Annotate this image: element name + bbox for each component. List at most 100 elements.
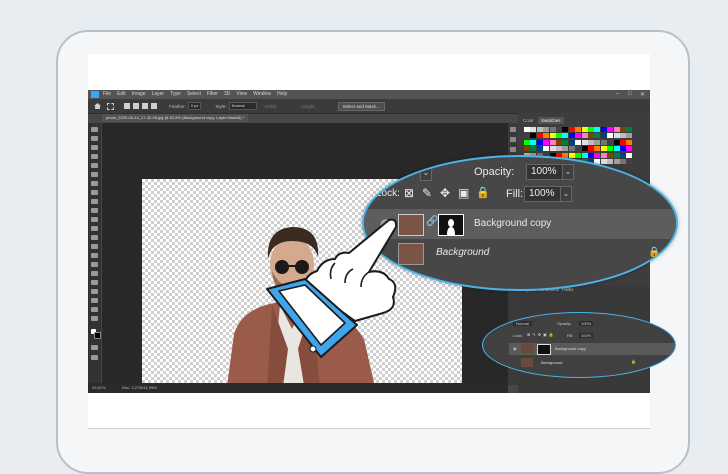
gradient-tool-icon[interactable] [91,235,98,240]
lock-artboard-icon[interactable]: ▣ [458,186,469,200]
lock-image-pixels-icon[interactable]: ✎ [422,186,432,200]
color-swatch[interactable] [562,146,569,152]
subtract-selection-icon[interactable] [142,103,148,109]
opacity-chevron-icon[interactable]: ⌄ [562,164,574,180]
feather-input[interactable]: 0 px [187,102,202,110]
menu-edit[interactable]: Edit [117,90,126,99]
color-swatch[interactable] [524,127,530,132]
small-eye-icon[interactable]: ◉ [513,346,517,351]
fill-input[interactable]: 100% [524,186,562,202]
more-tools-icon[interactable] [91,316,98,321]
color-swatch[interactable] [620,139,626,145]
quick-select-tool-icon[interactable] [91,154,98,159]
marquee-tool-icon[interactable] [91,136,98,141]
color-swatch[interactable] [549,146,556,152]
tab-color[interactable]: Color [520,117,537,124]
color-swatch[interactable] [549,127,556,132]
color-swatch[interactable] [549,139,556,145]
small-layer-row-background[interactable]: Background 🔒 [509,357,675,369]
document-tab[interactable]: photo_2020-05-14_17-32-08.jpg @ 92,8% (B… [102,114,249,122]
healing-tool-icon[interactable] [91,190,98,195]
color-swatch[interactable] [524,139,530,145]
color-swatch[interactable] [556,133,562,139]
blend-mode-select[interactable]: Normal [513,321,532,326]
path-select-tool-icon[interactable] [91,280,98,285]
layer-mask-thumbnail[interactable] [438,214,464,236]
menu-layer[interactable]: Layer [152,90,165,99]
new-selection-icon[interactable] [124,103,130,109]
eyedropper-tool-icon[interactable] [91,181,98,186]
menu-type[interactable]: Type [170,90,181,99]
layer-row-background-copy[interactable]: ◉ 🔗 Background copy [364,209,676,239]
color-swatch[interactable] [600,127,607,132]
color-swatch[interactable] [543,139,550,145]
stamp-tool-icon[interactable] [91,208,98,213]
color-swatch[interactable] [530,139,537,145]
marquee-tool-icon[interactable] [107,102,114,110]
color-swatch[interactable] [613,127,620,132]
close-icon[interactable]: ✕ [640,91,645,98]
color-swatch[interactable] [594,133,601,139]
lock-all-icon[interactable]: 🔒 [476,186,490,199]
select-and-mask-button[interactable]: Select and Mask... [337,101,385,111]
blur-tool-icon[interactable] [91,244,98,249]
color-swatch[interactable] [620,159,626,164]
color-swatch[interactable] [620,152,626,158]
chevron-down-icon[interactable]: ⌄ [420,165,432,181]
color-swatch[interactable] [594,146,601,152]
lasso-tool-icon[interactable] [91,145,98,150]
layer-row-background[interactable]: Background 🔒 [364,239,676,267]
color-swatch[interactable] [607,139,614,145]
color-swatch[interactable] [620,146,626,152]
background-color-swatch[interactable] [94,332,101,339]
lock-transparent-pixels-icon[interactable]: ⊠ [404,186,414,200]
color-swatch[interactable] [626,159,633,164]
frame-tool-icon[interactable] [91,172,98,177]
fill-chevron-icon[interactable]: ⌄ [560,186,572,202]
menu-filter[interactable]: Filter [207,90,218,99]
color-swatch[interactable] [588,133,594,139]
small-fill-input[interactable]: 100% [579,333,594,338]
color-swatch[interactable] [562,127,569,132]
color-swatch[interactable] [575,133,582,139]
color-swatch[interactable] [607,152,614,158]
color-swatch[interactable] [549,133,556,139]
color-swatch[interactable] [581,139,588,145]
color-swatch[interactable] [607,127,614,132]
menu-select[interactable]: Select [187,90,201,99]
pen-tool-icon[interactable] [91,262,98,267]
color-swatch[interactable] [581,127,588,132]
history-panel-icon[interactable] [510,127,516,132]
screen-mode-icon[interactable] [91,355,98,360]
properties-panel-icon[interactable] [510,137,516,142]
hand-tool-icon[interactable] [91,298,98,303]
color-swatch[interactable] [536,146,543,152]
color-swatch[interactable] [581,146,588,152]
color-swatch[interactable] [600,159,607,164]
small-lock-icons[interactable]: ⊠✎✥▣🔒 [527,332,556,337]
color-swatch[interactable] [626,146,633,152]
menu-3d[interactable]: 3D [224,90,230,99]
dodge-tool-icon[interactable] [91,253,98,258]
small-layer-row-background-copy[interactable]: ◉ Background copy [509,343,675,355]
color-swatch[interactable] [530,146,537,152]
color-swatch[interactable] [568,146,575,152]
color-swatch[interactable] [613,133,620,139]
color-swatch[interactable] [626,152,633,158]
add-selection-icon[interactable] [133,103,139,109]
color-swatch[interactable] [594,152,601,158]
lock-position-icon[interactable]: ✥ [440,186,450,200]
color-swatch[interactable] [568,152,575,158]
color-swatch[interactable] [594,127,601,132]
color-swatch[interactable] [588,146,594,152]
color-swatch[interactable] [575,152,582,158]
color-swatch[interactable] [613,152,620,158]
color-swatch[interactable] [536,127,543,132]
color-swatch[interactable] [575,146,582,152]
intersect-selection-icon[interactable] [151,103,157,109]
style-select[interactable]: Normal [228,102,257,110]
opacity-input[interactable]: 100% [526,164,564,180]
move-tool-icon[interactable] [91,127,98,132]
color-swatch[interactable] [613,159,620,164]
color-swatch[interactable] [568,139,575,145]
